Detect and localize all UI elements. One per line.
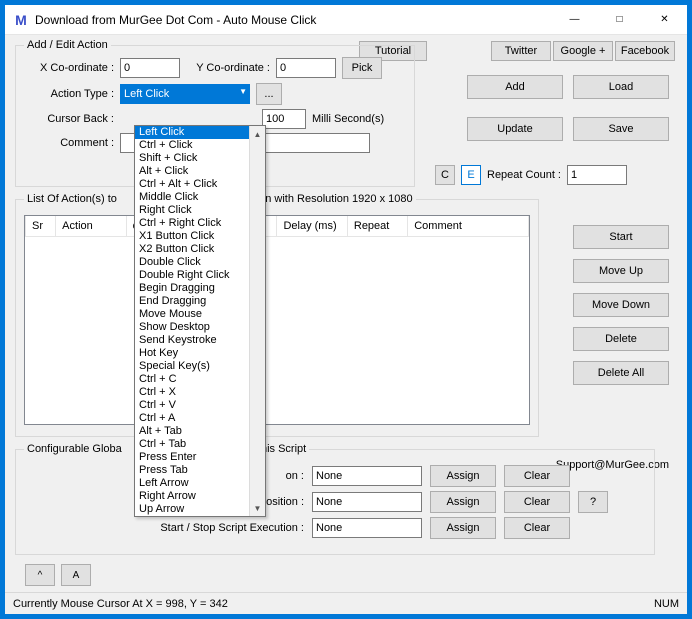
app-icon: M <box>13 12 29 28</box>
action-type-option[interactable]: Alt + Tab <box>135 425 249 438</box>
scroll-down-icon[interactable]: ▼ <box>250 500 265 516</box>
help-button[interactable]: ? <box>578 491 608 513</box>
y-coord-label: Y Co-ordinate : <box>186 62 270 74</box>
hotkey2-clear-button[interactable]: Clear <box>504 491 570 513</box>
x-coord-input[interactable] <box>120 58 180 78</box>
load-button[interactable]: Load <box>573 75 669 99</box>
action-type-option[interactable]: Right Click <box>135 204 249 217</box>
action-type-option[interactable]: Ctrl + Click <box>135 139 249 152</box>
action-type-option[interactable]: Ctrl + Alt + Click <box>135 178 249 191</box>
action-type-option[interactable]: Up Arrow <box>135 503 249 516</box>
window-controls: — □ ✕ <box>552 5 687 34</box>
action-table[interactable]: SrActionckDelay (ms)RepeatComment <box>24 215 530 425</box>
client-area: Tutorial Twitter Google + Facebook Add /… <box>5 35 687 592</box>
app-window: M Download from MurGee Dot Com - Auto Mo… <box>4 4 688 615</box>
action-type-more-button[interactable]: ... <box>256 83 282 105</box>
move-up-button[interactable]: Move Up <box>573 259 669 283</box>
google-plus-button[interactable]: Google + <box>553 41 613 61</box>
status-text: Currently Mouse Cursor At X = 998, Y = 3… <box>13 598 228 610</box>
action-type-option[interactable]: Ctrl + Tab <box>135 438 249 451</box>
action-type-option[interactable]: Press Enter <box>135 451 249 464</box>
maximize-button[interactable]: □ <box>597 5 642 34</box>
titlebar: M Download from MurGee Dot Com - Auto Mo… <box>5 5 687 35</box>
action-type-option[interactable]: X2 Button Click <box>135 243 249 256</box>
column-header[interactable]: Delay (ms) <box>277 216 347 236</box>
hotkey1-input[interactable] <box>312 466 422 486</box>
chevron-down-icon: ▼ <box>239 87 247 96</box>
window-title: Download from MurGee Dot Com - Auto Mous… <box>35 13 552 27</box>
action-type-select[interactable] <box>120 84 250 104</box>
caret-button[interactable]: ^ <box>25 564 55 586</box>
statusbar: Currently Mouse Cursor At X = 998, Y = 3… <box>5 592 687 614</box>
hotkey3-label: Start / Stop Script Execution : <box>24 522 304 534</box>
action-type-option[interactable]: End Dragging <box>135 295 249 308</box>
action-type-option[interactable]: X1 Button Click <box>135 230 249 243</box>
add-edit-legend: Add / Edit Action <box>24 39 111 51</box>
action-type-dropdown-list[interactable]: Left ClickCtrl + ClickShift + ClickAlt +… <box>134 125 266 517</box>
hotkey2-assign-button[interactable]: Assign <box>430 491 496 513</box>
c-button[interactable]: C <box>435 165 455 185</box>
action-type-option[interactable]: Press Tab <box>135 464 249 477</box>
action-type-option[interactable]: Ctrl + Right Click <box>135 217 249 230</box>
action-type-option[interactable]: Hot Key <box>135 347 249 360</box>
action-type-option[interactable]: Double Right Click <box>135 269 249 282</box>
right-action-buttons: Add Load Update Save <box>467 75 669 141</box>
global-hotkeys-group: Configurable Globa this Script G on : As… <box>15 443 655 555</box>
y-coord-input[interactable] <box>276 58 336 78</box>
column-header[interactable]: Repeat <box>347 216 407 236</box>
facebook-button[interactable]: Facebook <box>615 41 675 61</box>
hotkey3-assign-button[interactable]: Assign <box>430 517 496 539</box>
x-coord-label: X Co-ordinate : <box>24 62 114 74</box>
column-header[interactable]: Sr <box>26 216 56 236</box>
delete-button[interactable]: Delete <box>573 327 669 351</box>
repeat-count-input[interactable] <box>567 165 627 185</box>
status-num: NUM <box>654 598 679 610</box>
e-button[interactable]: E <box>461 165 481 185</box>
action-list-group: List Of Action(s) to een with Resolution… <box>15 193 539 437</box>
move-down-button[interactable]: Move Down <box>573 293 669 317</box>
action-type-option[interactable]: Left Arrow <box>135 477 249 490</box>
action-type-option[interactable]: Move Mouse <box>135 308 249 321</box>
column-header[interactable]: Comment <box>408 216 529 236</box>
close-button[interactable]: ✕ <box>642 5 687 34</box>
twitter-button[interactable]: Twitter <box>491 41 551 61</box>
cursor-back-label: Cursor Back : <box>24 113 114 125</box>
action-type-option[interactable]: Ctrl + X <box>135 386 249 399</box>
delete-all-button[interactable]: Delete All <box>573 361 669 385</box>
action-type-option[interactable]: Left Click <box>135 126 249 139</box>
hotkey1-assign-button[interactable]: Assign <box>430 465 496 487</box>
scroll-up-icon[interactable]: ▲ <box>250 126 265 142</box>
delay-input[interactable] <box>262 109 306 129</box>
action-type-option[interactable]: Special Key(s) <box>135 360 249 373</box>
action-type-option[interactable]: Ctrl + A <box>135 412 249 425</box>
action-type-option[interactable]: Middle Click <box>135 191 249 204</box>
a-button[interactable]: A <box>61 564 91 586</box>
repeat-count-label: Repeat Count : <box>487 169 561 181</box>
comment-label: Comment : <box>24 137 114 149</box>
hotkey3-clear-button[interactable]: Clear <box>504 517 570 539</box>
action-type-label: Action Type : <box>24 88 114 100</box>
action-type-option[interactable]: Show Desktop <box>135 321 249 334</box>
add-button[interactable]: Add <box>467 75 563 99</box>
action-type-option[interactable]: Ctrl + C <box>135 373 249 386</box>
column-header[interactable]: Action <box>56 216 126 236</box>
action-type-option[interactable]: Right Arrow <box>135 490 249 503</box>
hotkey2-input[interactable] <box>312 492 422 512</box>
start-button[interactable]: Start <box>573 225 669 249</box>
action-type-option[interactable]: Begin Dragging <box>135 282 249 295</box>
action-type-option[interactable]: Alt + Click <box>135 165 249 178</box>
list-side-buttons: Start Move Up Move Down Delete Delete Al… <box>573 225 669 385</box>
delay-unit-label: Milli Second(s) <box>312 113 384 125</box>
dropdown-scrollbar[interactable]: ▲ ▼ <box>249 126 265 516</box>
hotkey3-input[interactable] <box>312 518 422 538</box>
action-type-option[interactable]: Double Click <box>135 256 249 269</box>
save-button[interactable]: Save <box>573 117 669 141</box>
action-type-option[interactable]: Ctrl + V <box>135 399 249 412</box>
pick-button[interactable]: Pick <box>342 57 382 79</box>
hotkey1-clear-button[interactable]: Clear <box>504 465 570 487</box>
minimize-button[interactable]: — <box>552 5 597 34</box>
action-type-option[interactable]: Shift + Click <box>135 152 249 165</box>
action-type-option[interactable]: Send Keystroke <box>135 334 249 347</box>
update-button[interactable]: Update <box>467 117 563 141</box>
